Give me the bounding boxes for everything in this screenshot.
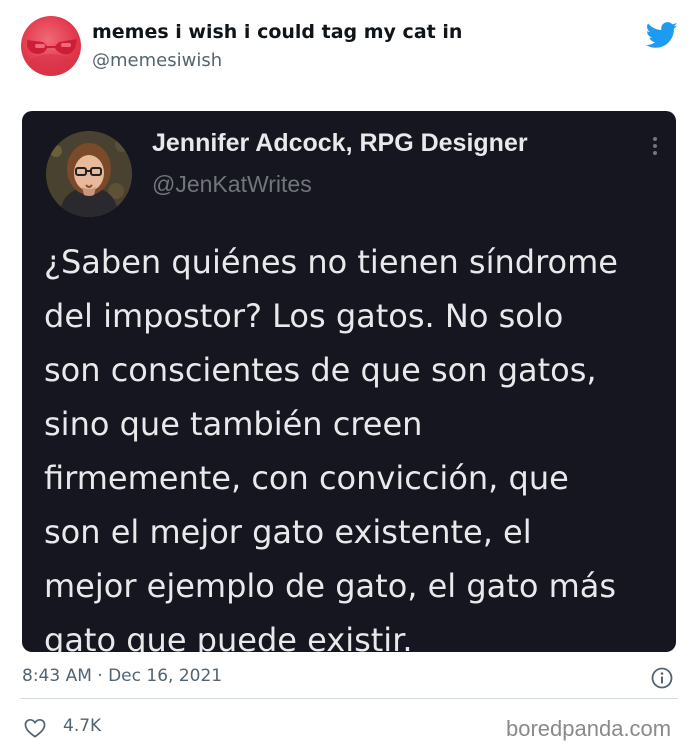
author-portrait-illustration (46, 131, 132, 217)
avatar-sunglasses-illustration (27, 39, 77, 74)
divider (21, 698, 678, 699)
more-icon[interactable] (652, 137, 658, 159)
quoted-author-handle[interactable]: @JenKatWrites (152, 171, 312, 198)
account-handle[interactable]: @memesiwish (92, 50, 222, 71)
info-icon[interactable] (651, 667, 673, 689)
quoted-tweet-card[interactable]: Jennifer Adcock, RPG Designer @JenKatWri… (22, 111, 676, 652)
quoted-author-avatar[interactable] (46, 131, 132, 217)
twitter-bird-icon[interactable] (646, 22, 678, 49)
tweet-header: memes i wish i could tag my cat in @meme… (0, 0, 700, 100)
account-avatar[interactable] (21, 16, 81, 76)
tweet-timestamp[interactable]: 8:43 AM · Dec 16, 2021 (22, 666, 222, 686)
account-name[interactable]: memes i wish i could tag my cat in (92, 21, 462, 43)
heart-icon[interactable] (24, 718, 46, 738)
quoted-tweet-text: ¿Saben quiénes no tienen síndrome del im… (44, 243, 618, 652)
watermark: boredpanda.com (506, 716, 672, 741)
quoted-author-name[interactable]: Jennifer Adcock, RPG Designer (152, 129, 528, 158)
like-count[interactable]: 4.7K (63, 716, 101, 736)
